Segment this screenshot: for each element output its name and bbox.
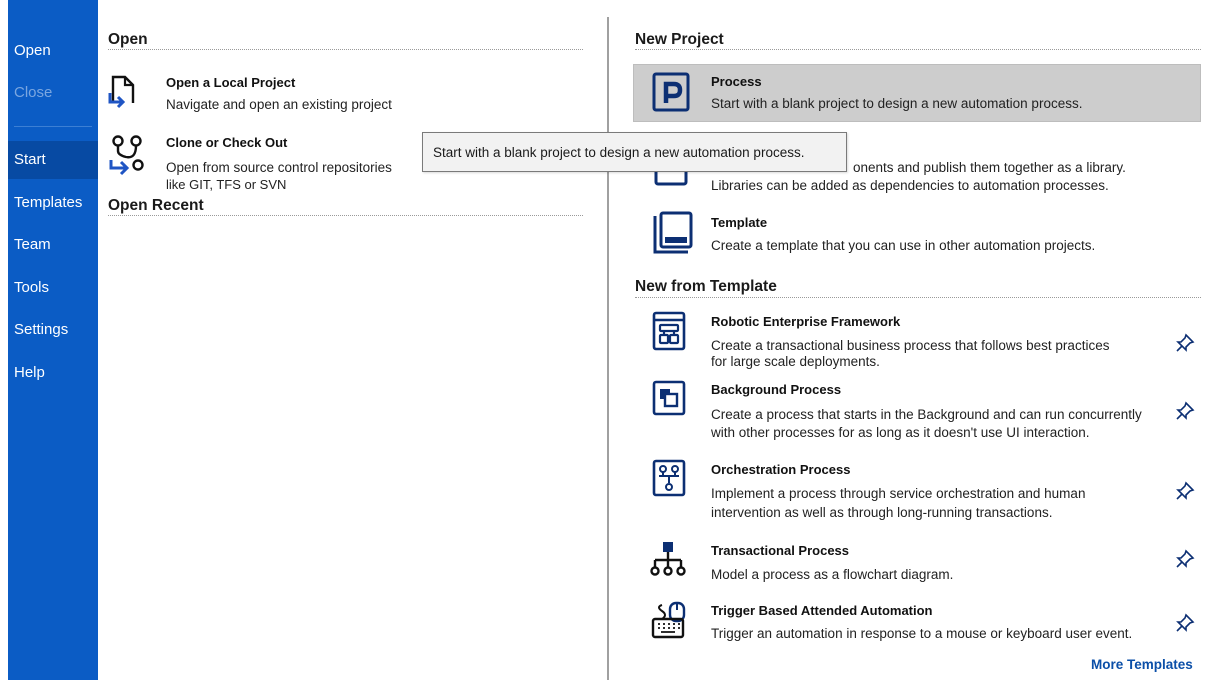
library-desc-line2: Libraries can be added as dependencies t… [711, 178, 1109, 193]
sidebar-item-team[interactable]: Team [8, 226, 98, 264]
open-folder-icon [108, 75, 135, 109]
orchestration-desc-line1: Implement a process through service orch… [711, 486, 1086, 501]
orchestration-icon [652, 459, 686, 497]
sidebar-item-start[interactable]: Start [8, 141, 98, 179]
pin-icon[interactable] [1175, 549, 1195, 569]
open-recent-title: Open Recent [108, 197, 204, 214]
process-item-highlight [633, 64, 1201, 122]
new-from-template-title: New from Template [635, 278, 777, 295]
ref-desc-line2: for large scale deployments. [711, 354, 880, 369]
section-divider [108, 49, 583, 50]
more-templates-link[interactable]: More Templates [1091, 657, 1193, 672]
orchestration-desc-line2: intervention as well as through long-run… [711, 505, 1053, 520]
sidebar-item-close[interactable]: Close [8, 74, 98, 112]
section-divider [108, 215, 583, 216]
pin-icon[interactable] [1175, 613, 1195, 633]
flowchart-icon [650, 542, 686, 576]
open-local-project-desc: Navigate and open an existing project [166, 97, 392, 112]
template-desc: Create a template that you can use in ot… [711, 238, 1096, 253]
panel-divider [607, 17, 609, 680]
sidebar-item-templates[interactable]: Templates [8, 184, 98, 222]
orchestration-title: Orchestration Process [711, 462, 851, 477]
background-process-desc-line2: with other processes for as long as it d… [711, 425, 1090, 440]
sidebar: Open Close Start Templates Team Tools Se… [8, 0, 98, 680]
transactional-desc: Model a process as a flowchart diagram. [711, 567, 954, 582]
clone-checkout-desc-line1: Open from source control repositories [166, 160, 392, 175]
sidebar-item-open[interactable]: Open [8, 32, 98, 70]
sidebar-item-settings[interactable]: Settings [8, 311, 98, 349]
template-icon [653, 211, 693, 254]
sidebar-divider [14, 126, 92, 127]
transactional-title: Transactional Process [711, 543, 850, 558]
background-process-icon [652, 380, 686, 416]
tooltip: Start with a blank project to design a n… [422, 132, 847, 172]
ref-title: Robotic Enterprise Framework [711, 314, 901, 329]
trigger-title: Trigger Based Attended Automation [711, 603, 933, 618]
pin-icon[interactable] [1175, 333, 1195, 353]
library-desc-line1: onents and publish them together as a li… [853, 160, 1126, 175]
clone-checkout-title: Clone or Check Out [166, 135, 288, 150]
open-local-project-title: Open a Local Project [166, 75, 296, 90]
process-desc: Start with a blank project to design a n… [711, 96, 1083, 111]
window-edge [0, 0, 8, 680]
pin-icon[interactable] [1175, 481, 1195, 501]
trigger-desc: Trigger an automation in response to a m… [711, 626, 1133, 641]
process-p-icon [652, 72, 690, 112]
process-title: Process [711, 74, 762, 89]
open-section-title: Open [108, 31, 148, 48]
new-project-title: New Project [635, 31, 724, 48]
background-process-desc-line1: Create a process that starts in the Back… [711, 407, 1142, 422]
sidebar-item-tools[interactable]: Tools [8, 269, 98, 307]
pin-icon[interactable] [1175, 401, 1195, 421]
framework-icon [652, 311, 686, 351]
template-title: Template [711, 215, 768, 230]
git-branch-icon [109, 135, 144, 176]
section-divider [635, 297, 1201, 298]
sidebar-item-help[interactable]: Help [8, 354, 98, 392]
section-divider [635, 49, 1201, 50]
background-process-title: Background Process [711, 382, 842, 397]
clone-checkout-desc-line2: like GIT, TFS or SVN [166, 177, 287, 192]
keyboard-mouse-icon [651, 601, 686, 639]
